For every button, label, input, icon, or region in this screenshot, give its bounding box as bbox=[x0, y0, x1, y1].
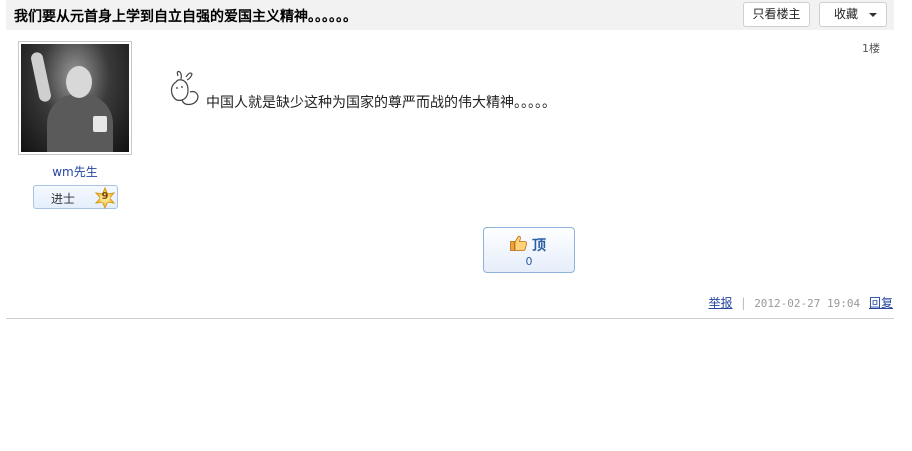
like-button[interactable]: 顶 0 bbox=[483, 227, 575, 273]
floor-number: 1楼 bbox=[862, 42, 880, 55]
rank-level-icon: 9 bbox=[94, 187, 116, 209]
rank-title: 进士 bbox=[51, 192, 76, 206]
rabbit-emoticon-icon bbox=[168, 70, 202, 110]
report-link[interactable]: 举报 bbox=[708, 296, 732, 310]
rank-badge[interactable]: 进士 9 bbox=[33, 185, 118, 209]
post-divider bbox=[6, 318, 894, 319]
thread-header: 我们要从元首身上学到自立自强的爱国主义精神。。。。。。 只看楼主 收藏 bbox=[6, 0, 894, 30]
chevron-down-icon[interactable] bbox=[869, 13, 877, 17]
like-label: 顶 bbox=[532, 238, 546, 254]
avatar-image bbox=[21, 44, 129, 152]
reply-link[interactable]: 回复 bbox=[869, 296, 893, 310]
favorite-button[interactable]: 收藏 bbox=[819, 2, 887, 27]
like-count: 0 bbox=[525, 255, 533, 268]
avatar[interactable] bbox=[18, 41, 132, 155]
favorite-label: 收藏 bbox=[834, 7, 859, 21]
thread-title: 我们要从元首身上学到自立自强的爱国主义精神。。。。。。 bbox=[14, 9, 357, 25]
post-footer: 举报 | 2012-02-27 19:04 回复 bbox=[708, 294, 893, 311]
author-name[interactable]: wm先生 bbox=[18, 163, 132, 180]
rank-level: 9 bbox=[101, 191, 109, 202]
only-op-button[interactable]: 只看楼主 bbox=[743, 2, 810, 27]
thumbs-up-icon bbox=[510, 235, 527, 251]
separator: | bbox=[741, 296, 746, 310]
post-content: 中国人就是缺少这种为国家的尊严而战的伟大精神。。。。。 bbox=[206, 95, 556, 111]
post-timestamp: 2012-02-27 19:04 bbox=[754, 297, 861, 310]
